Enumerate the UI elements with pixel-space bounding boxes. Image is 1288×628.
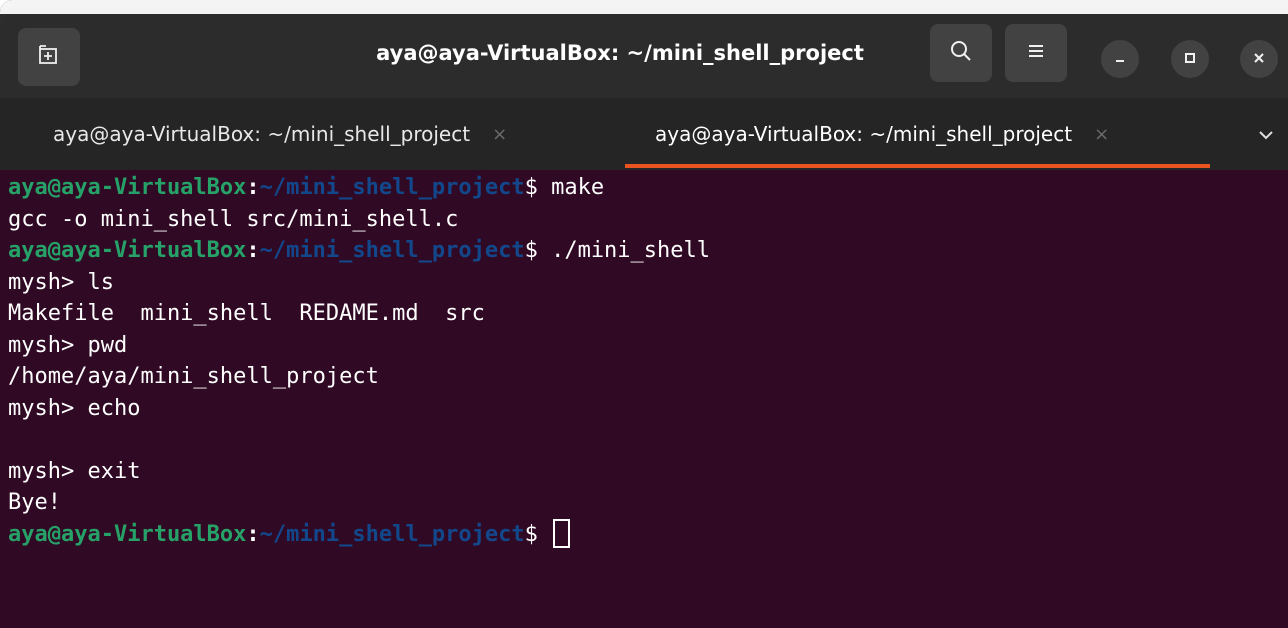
terminal-line: aya@aya-VirtualBox:~/mini_shell_project$	[8, 518, 1288, 551]
terminal-line: Makefile mini_shell REDAME.md src	[8, 301, 485, 326]
prompt-dollar: $	[524, 521, 552, 547]
prompt-path: ~/mini_shell_project	[259, 521, 525, 547]
terminal-window: aya@aya-VirtualBox: ~/mini_shell_project	[0, 0, 1288, 628]
menu-button[interactable]	[1005, 24, 1067, 82]
prompt-user: aya@aya-VirtualBox	[8, 521, 247, 547]
tab-close-icon[interactable]: ×	[1094, 124, 1109, 145]
search-icon	[949, 39, 973, 67]
tab-label: aya@aya-VirtualBox: ~/mini_shell_project	[655, 122, 1073, 146]
new-tab-button[interactable]	[18, 28, 80, 86]
prompt-colon: :	[246, 521, 260, 547]
chevron-down-icon	[1258, 125, 1274, 144]
active-tab-indicator	[625, 164, 1210, 168]
tab-2-active[interactable]: aya@aya-VirtualBox: ~/mini_shell_project…	[655, 98, 1109, 170]
terminal-line: mysh> echo	[8, 395, 141, 421]
prompt-colon: :	[246, 175, 260, 200]
command-text: make	[551, 175, 605, 200]
minimize-button[interactable]	[1101, 40, 1139, 78]
tabs-dropdown-button[interactable]	[1252, 120, 1280, 148]
prompt-path: ~/mini_shell_project	[259, 238, 525, 263]
terminal-line: /home/aya/mini_shell_project	[8, 364, 379, 389]
text-cursor	[553, 518, 571, 548]
tab-1[interactable]: aya@aya-VirtualBox: ~/mini_shell_project…	[53, 98, 507, 170]
prompt-user: aya@aya-VirtualBox	[8, 238, 247, 263]
close-icon	[1252, 50, 1266, 69]
tab-label: aya@aya-VirtualBox: ~/mini_shell_project	[53, 122, 471, 146]
terminal-line: mysh> ls	[8, 269, 114, 295]
new-tab-icon	[38, 44, 60, 70]
terminal-line: aya@aya-VirtualBox:~/mini_shell_project$…	[8, 172, 1288, 204]
terminal-line: mysh> exit	[8, 458, 141, 484]
prompt-dollar: $	[524, 238, 552, 263]
search-button[interactable]	[930, 24, 992, 82]
terminal-line: mysh> pwd	[8, 332, 128, 358]
prompt-path: ~/mini_shell_project	[259, 175, 525, 200]
prompt-dollar: $	[524, 175, 552, 200]
tab-bar: aya@aya-VirtualBox: ~/mini_shell_project…	[0, 98, 1288, 170]
command-text: ./mini_shell	[551, 238, 711, 263]
minimize-icon	[1113, 50, 1127, 69]
terminal-output[interactable]: aya@aya-VirtualBox:~/mini_shell_project$…	[0, 170, 1288, 628]
prompt-colon: :	[246, 238, 260, 263]
maximize-button[interactable]	[1171, 40, 1209, 78]
terminal-line: aya@aya-VirtualBox:~/mini_shell_project$…	[8, 235, 1288, 267]
maximize-icon	[1183, 50, 1197, 69]
close-button[interactable]	[1240, 40, 1278, 78]
tab-close-icon[interactable]: ×	[492, 124, 507, 145]
hamburger-menu-icon	[1026, 42, 1046, 64]
window-title: aya@aya-VirtualBox: ~/mini_shell_project	[376, 41, 864, 65]
background-app-strip	[0, 0, 1288, 14]
terminal-line: gcc -o mini_shell src/mini_shell.c	[8, 206, 459, 232]
terminal-line: Bye!	[8, 490, 61, 515]
prompt-user: aya@aya-VirtualBox	[8, 175, 247, 200]
